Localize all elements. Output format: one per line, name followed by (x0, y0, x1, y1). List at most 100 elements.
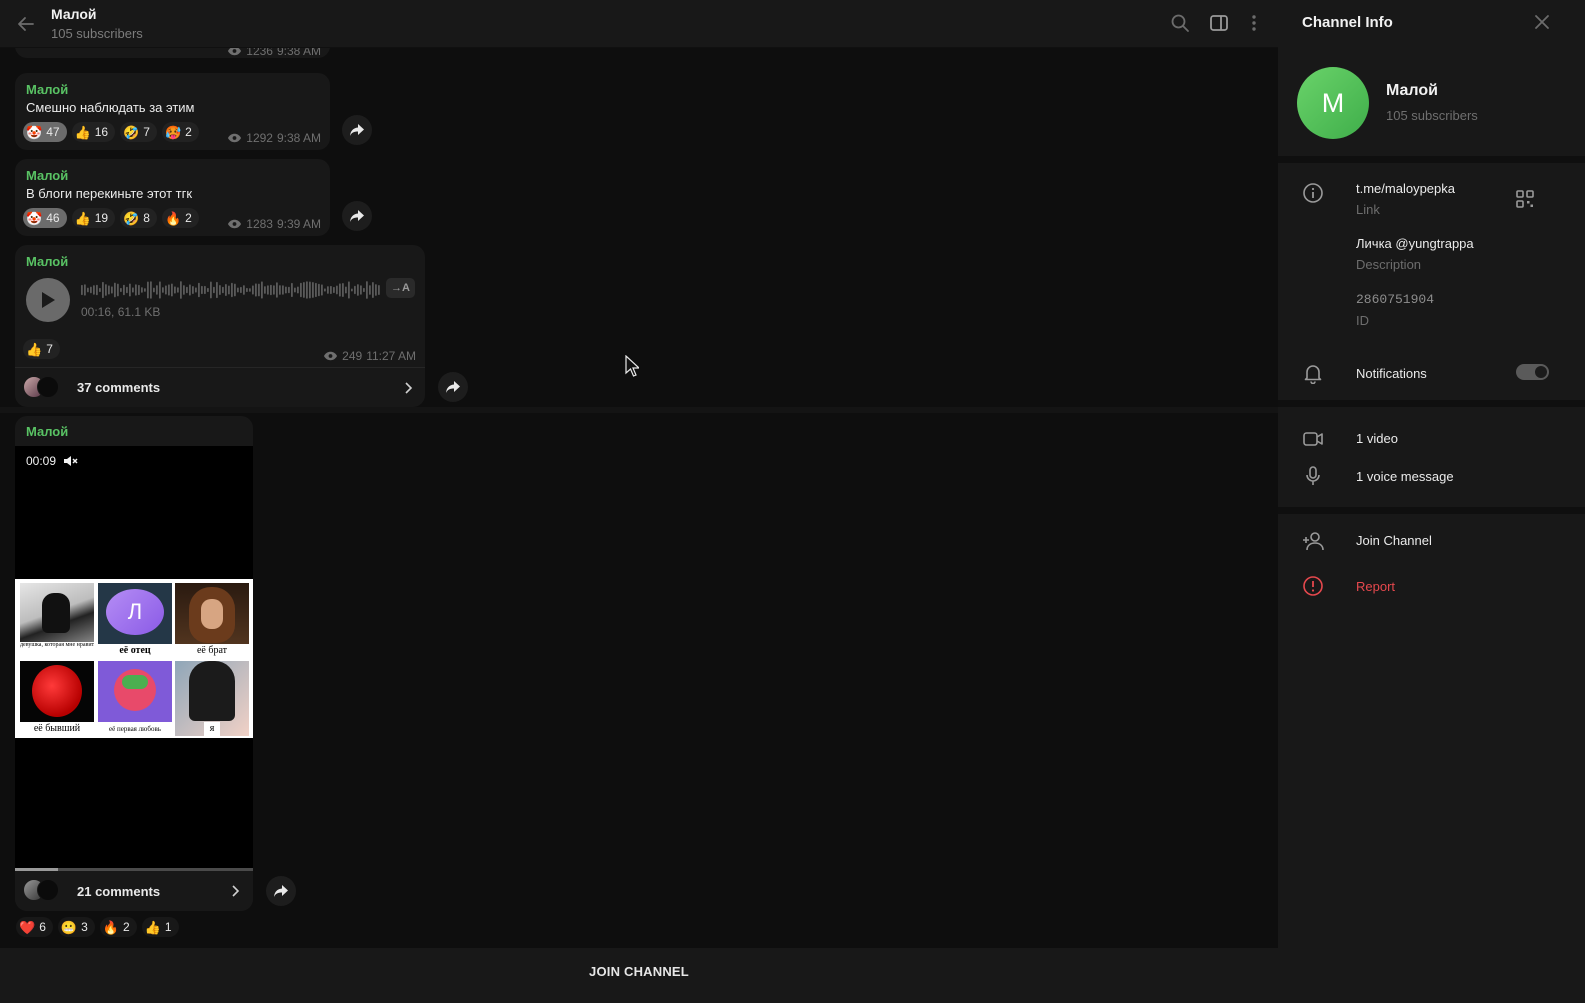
channel-id-label: ID (1356, 313, 1369, 328)
waveform-bar (228, 285, 230, 295)
rofl-emoji-icon: 🤣 (123, 210, 140, 226)
message-meta: 1292 9:38 AM (227, 131, 321, 145)
heart-emoji-icon: ❤️ (19, 919, 36, 935)
voice-info: 00:16, 61.1 KB (81, 305, 161, 319)
waveform-bar (120, 287, 122, 293)
chat-subscribers: 105 subscribers (51, 26, 143, 41)
reaction-grimace[interactable]: 😬 3 (57, 917, 95, 937)
comments-row[interactable]: 21 comments (15, 871, 253, 911)
media-voice-messages[interactable]: 1 voice message (1356, 469, 1454, 484)
video-player[interactable]: 00:09 девушка, которая мне нравится Л её… (15, 446, 253, 871)
thumbs-up-emoji-icon: 👍 (26, 341, 43, 357)
waveform-bar (237, 287, 239, 293)
reaction-thumbs-up[interactable]: 👍 19 (71, 208, 116, 228)
reactions: ❤️ 6 😬 3 🔥 2 👍 1 (16, 917, 179, 937)
share-button[interactable] (266, 876, 296, 906)
waveform-bar (312, 282, 314, 298)
message-author[interactable]: Малой (26, 424, 68, 439)
grimace-emoji-icon: 😬 (60, 919, 78, 935)
waveform-bar (102, 281, 104, 299)
chevron-right-icon (232, 885, 240, 897)
comments-count[interactable]: 37 comments (77, 380, 160, 395)
notifications-toggle[interactable] (1516, 364, 1549, 380)
voice-play-button[interactable] (26, 278, 70, 322)
waveform-bar (264, 286, 266, 294)
share-button[interactable] (438, 372, 468, 402)
collage-tile: я (175, 661, 249, 736)
waveform-bar (105, 284, 107, 296)
channel-avatar[interactable]: M (1297, 67, 1369, 139)
comments-count[interactable]: 21 comments (77, 884, 160, 899)
reaction-rofl[interactable]: 🤣 8 (120, 208, 157, 228)
more-options-icon[interactable] (1243, 12, 1265, 34)
waveform-bar (138, 284, 140, 296)
share-arrow-icon (446, 381, 460, 393)
chat-title[interactable]: Малой (51, 6, 97, 22)
pepe-eyes (122, 675, 148, 689)
reaction-rofl[interactable]: 🤣 7 (120, 122, 157, 142)
reaction-hot-face[interactable]: 🥵 2 (161, 122, 199, 142)
reaction-thumbs-up[interactable]: 👍 7 (23, 339, 60, 359)
waveform-bar (135, 284, 137, 296)
reaction-count: 7 (46, 342, 53, 356)
views-icon (228, 219, 242, 229)
waveform-bar (198, 282, 200, 298)
report-action[interactable]: Report (1356, 579, 1395, 594)
message-author[interactable]: Малой (26, 168, 68, 183)
chat-header: Малой 105 subscribers (0, 0, 1278, 48)
reaction-clown[interactable]: 🤡 46 (23, 208, 67, 228)
views-count: 1283 (246, 217, 273, 231)
media-videos[interactable]: 1 video (1356, 431, 1398, 446)
comments-row[interactable]: 37 comments (15, 367, 425, 407)
info-icon (1303, 183, 1323, 203)
channel-description[interactable]: Личка @yungtrappa (1356, 236, 1474, 251)
waveform-bar (168, 284, 170, 296)
reaction-thumbs-up[interactable]: 👍 1 (141, 917, 179, 937)
voice-transcribe-button[interactable]: →A (386, 278, 415, 298)
channel-id[interactable]: 2860751904 (1356, 292, 1434, 307)
red-blob (32, 665, 82, 717)
waveform-bar (285, 286, 287, 294)
waveform-bar (207, 287, 209, 293)
close-icon[interactable] (1532, 12, 1552, 32)
message-text: Смешно наблюдать за этим (26, 100, 195, 115)
thumbs-up-emoji-icon: 👍 (74, 210, 91, 226)
muted-icon[interactable] (62, 453, 78, 469)
search-icon[interactable] (1169, 12, 1191, 34)
reaction-heart[interactable]: ❤️ 6 (16, 917, 53, 937)
join-channel-action[interactable]: Join Channel (1356, 533, 1432, 548)
voice-message-bubble[interactable]: Малой →A 00:16, 61.1 KB 👍 7 249 11:27 AM … (15, 245, 425, 407)
waveform-bar (129, 283, 131, 297)
waveform-bar (294, 287, 296, 293)
join-channel-button[interactable]: JOIN CHANNEL (0, 964, 1278, 979)
sidebar-toggle-icon[interactable] (1208, 12, 1230, 34)
reactions: 🤡 46 👍 19 🤣 8 🔥 2 (23, 208, 199, 228)
waveform-bar (321, 284, 323, 296)
message-author[interactable]: Малой (26, 82, 68, 97)
reaction-fire[interactable]: 🔥 2 (99, 917, 137, 937)
reaction-clown[interactable]: 🤡 47 (23, 122, 67, 142)
reaction-thumbs-up[interactable]: 👍 16 (71, 122, 116, 142)
message-bubble[interactable]: Малой Смешно наблюдать за этим 🤡 47 👍 16 🤣… (15, 73, 330, 150)
avatar (37, 376, 59, 398)
report-icon (1303, 576, 1323, 596)
transcribe-label: →A (391, 282, 410, 294)
message-author[interactable]: Малой (26, 254, 68, 269)
share-button[interactable] (342, 115, 372, 145)
voice-waveform[interactable] (81, 279, 381, 301)
message-bubble[interactable]: Малой В блоги перекиньте этот тгк 🤡 46 👍 1… (15, 159, 330, 236)
back-arrow-icon[interactable] (14, 12, 38, 36)
waveform-bar (249, 288, 251, 292)
section-separator (1278, 507, 1585, 514)
qr-code-icon[interactable] (1515, 189, 1535, 209)
reactions: 🤡 47 👍 16 🤣 7 🥵 2 (23, 122, 199, 142)
waveform-bar (123, 284, 125, 296)
channel-link[interactable]: t.me/maloypepka (1356, 181, 1455, 196)
waveform-bar (333, 286, 335, 294)
video-time: 00:09 (26, 454, 57, 468)
message-time: 9:39 AM (276, 217, 321, 231)
share-button[interactable] (342, 201, 372, 231)
reaction-count: 47 (46, 125, 60, 139)
reaction-fire[interactable]: 🔥 2 (161, 208, 199, 228)
message-meta: 249 11:27 AM (323, 349, 416, 363)
